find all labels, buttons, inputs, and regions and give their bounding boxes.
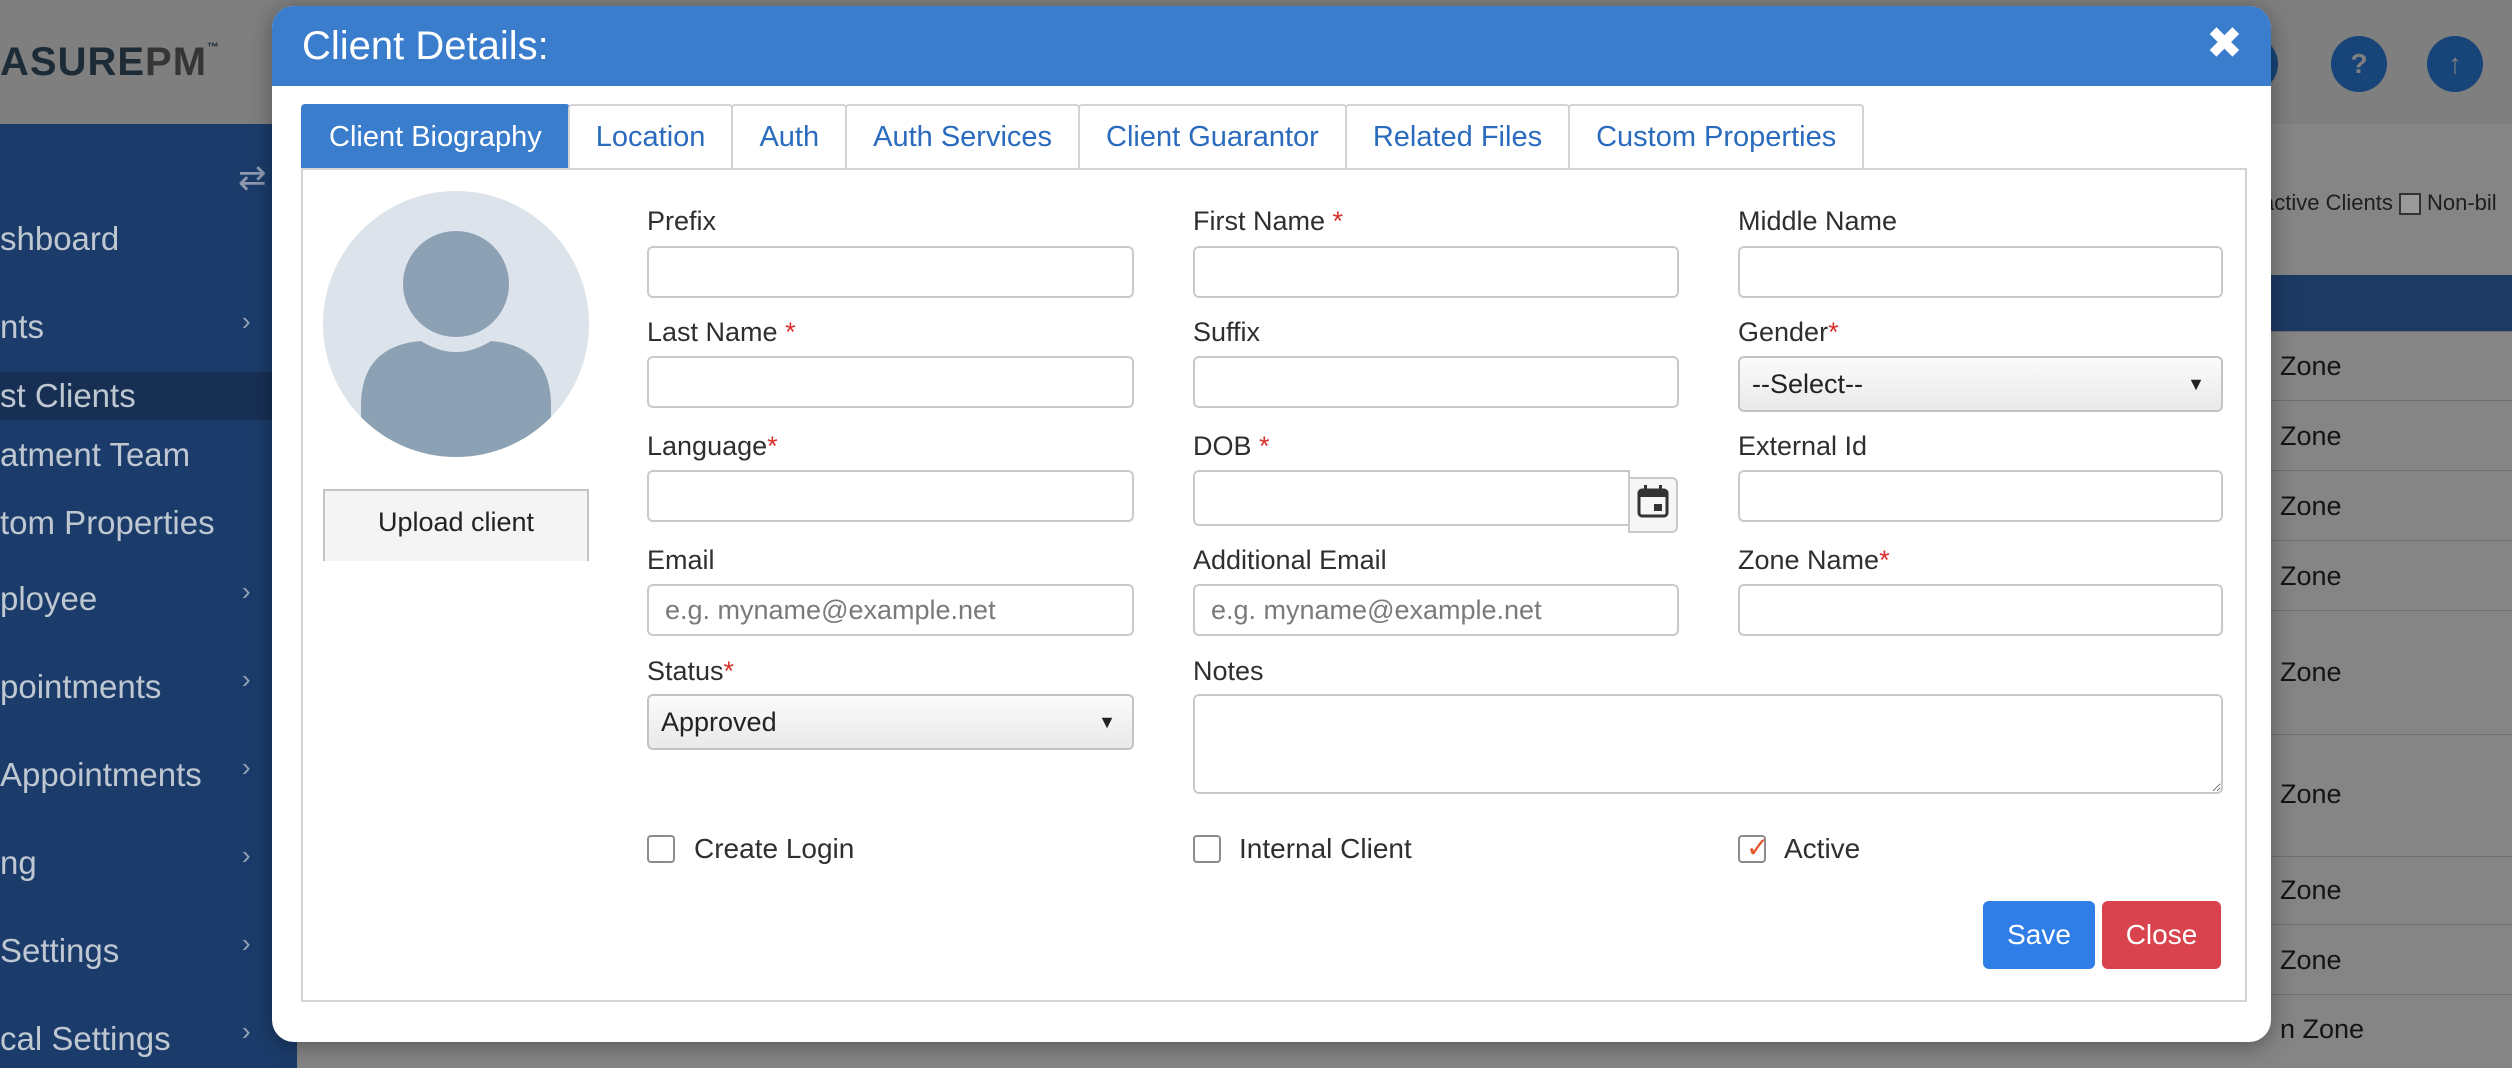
prefix-field[interactable] [647, 246, 1134, 298]
tab-client-biography[interactable]: Client Biography [301, 104, 570, 168]
tab-auth[interactable]: Auth [731, 104, 848, 168]
external-id-field[interactable] [1738, 470, 2223, 522]
first-name-field[interactable] [1193, 246, 1679, 298]
additional-email-label: Additional Email [1193, 545, 1387, 575]
active-checkbox[interactable]: ✓ [1738, 832, 1770, 863]
chevron-right-icon: › [242, 928, 251, 958]
chevron-right-icon: › [242, 306, 251, 336]
sidebar-item-billing[interactable]: ng [0, 844, 37, 882]
sidebar-item-list-clients[interactable]: st Clients [0, 372, 297, 420]
inactive-clients-filter[interactable]: active Clients Non-bil [2262, 190, 2497, 216]
tab-custom-properties[interactable]: Custom Properties [1568, 104, 1865, 168]
tab-client-guarantor[interactable]: Client Guarantor [1078, 104, 1347, 168]
checkmark-icon: ✓ [1746, 832, 1770, 863]
language-field[interactable] [647, 470, 1134, 522]
zone-name-label: Zone Name* [1738, 545, 1890, 575]
middle-name-label: Middle Name [1738, 206, 1898, 236]
notes-label: Notes [1193, 656, 1264, 686]
active-label: Active [1784, 833, 1861, 864]
chevron-right-icon: › [242, 576, 251, 606]
person-icon [361, 231, 551, 457]
internal-client-label: Internal Client [1239, 833, 1412, 864]
collapse-sidebar-icon[interactable]: ⇄ [238, 158, 267, 198]
middle-name-field[interactable] [1738, 246, 2223, 298]
chevron-right-icon: › [242, 664, 251, 694]
tab-location[interactable]: Location [567, 104, 734, 168]
upload-photo-button[interactable]: Upload client [323, 489, 589, 561]
zone-cell: Zone [2280, 945, 2342, 975]
notes-textarea[interactable] [1193, 694, 2223, 794]
language-label: Language* [647, 431, 778, 461]
tab-bar: Client Biography Location Auth Auth Serv… [301, 104, 1865, 168]
additional-email-field[interactable] [1193, 584, 1679, 636]
zone-cell: Zone [2280, 875, 2342, 905]
sidebar-item-appointments[interactable]: pointments [0, 668, 161, 706]
gender-label: Gender* [1738, 317, 1839, 347]
chevron-right-icon: › [242, 1016, 251, 1046]
zone-cell: Zone [2280, 351, 2342, 381]
client-details-modal: Client Details: ✖ Client Biography Locat… [272, 6, 2271, 1042]
close-icon[interactable]: ✖ [2206, 22, 2243, 66]
help-icon[interactable]: ? [2331, 36, 2387, 92]
zone-cell: Zone [2280, 421, 2342, 451]
sidebar-item-settings[interactable]: Settings [0, 932, 119, 970]
status-label: Status* [647, 656, 735, 686]
email-label: Email [647, 545, 715, 575]
app-logo: ASUREPM™ [0, 40, 221, 84]
create-login-label: Create Login [694, 833, 855, 864]
upload-icon[interactable]: ↑ [2427, 36, 2483, 92]
zone-name-field[interactable] [1738, 584, 2223, 636]
tab-auth-services[interactable]: Auth Services [845, 104, 1081, 168]
chevron-right-icon: › [242, 840, 251, 870]
suffix-label: Suffix [1193, 317, 1261, 347]
dob-label: DOB * [1193, 431, 1270, 461]
tab-related-files[interactable]: Related Files [1344, 104, 1571, 168]
internal-client-checkbox[interactable] [1193, 835, 1221, 863]
sidebar-item-clients[interactable]: nts [0, 308, 44, 346]
sidebar-item-treatment-team[interactable]: atment Team [0, 436, 190, 474]
zone-cell: Zone [2280, 491, 2342, 521]
last-name-label: Last Name * [647, 317, 796, 347]
save-button[interactable]: Save [1983, 901, 2095, 969]
suffix-field[interactable] [1193, 356, 1679, 408]
calendar-button[interactable] [1628, 477, 1678, 533]
sidebar-item-employee[interactable]: ployee [0, 580, 97, 618]
prefix-label: Prefix [647, 206, 717, 236]
sidebar-item-dashboard[interactable]: shboard [0, 220, 119, 258]
modal-header: Client Details: ✖ [272, 6, 2271, 86]
external-id-label: External Id [1738, 431, 1868, 461]
chevron-down-icon: ▼ [2187, 374, 2205, 394]
email-field[interactable] [647, 584, 1134, 636]
first-name-label: First Name * [1193, 206, 1344, 236]
calendar-icon [1637, 485, 1669, 518]
client-avatar [323, 191, 589, 457]
dob-field[interactable] [1193, 470, 1630, 526]
sidebar: shboard nts › st Clients atment Team tom… [0, 124, 297, 1068]
modal-title: Client Details: [302, 24, 549, 68]
gender-select[interactable]: --Select-- ▼ [1738, 356, 2223, 412]
sidebar-item-custom-properties[interactable]: tom Properties [0, 504, 215, 542]
zone-cell: Zone [2280, 657, 2342, 687]
last-name-field[interactable] [647, 356, 1134, 408]
zone-cell: Zone [2280, 561, 2342, 591]
non-billable-checkbox[interactable] [2398, 193, 2421, 216]
create-login-checkbox[interactable] [647, 835, 675, 863]
sidebar-item-other-appointments[interactable]: Appointments [0, 756, 202, 794]
zone-cell: n Zone [2280, 1014, 2365, 1044]
chevron-down-icon: ▼ [1098, 712, 1116, 732]
zone-cell: Zone [2280, 779, 2342, 809]
chevron-right-icon: › [242, 752, 251, 782]
sidebar-item-clinical-settings[interactable]: cal Settings [0, 1020, 171, 1058]
status-select[interactable]: Approved ▼ [647, 694, 1134, 750]
close-button[interactable]: Close [2102, 901, 2221, 969]
